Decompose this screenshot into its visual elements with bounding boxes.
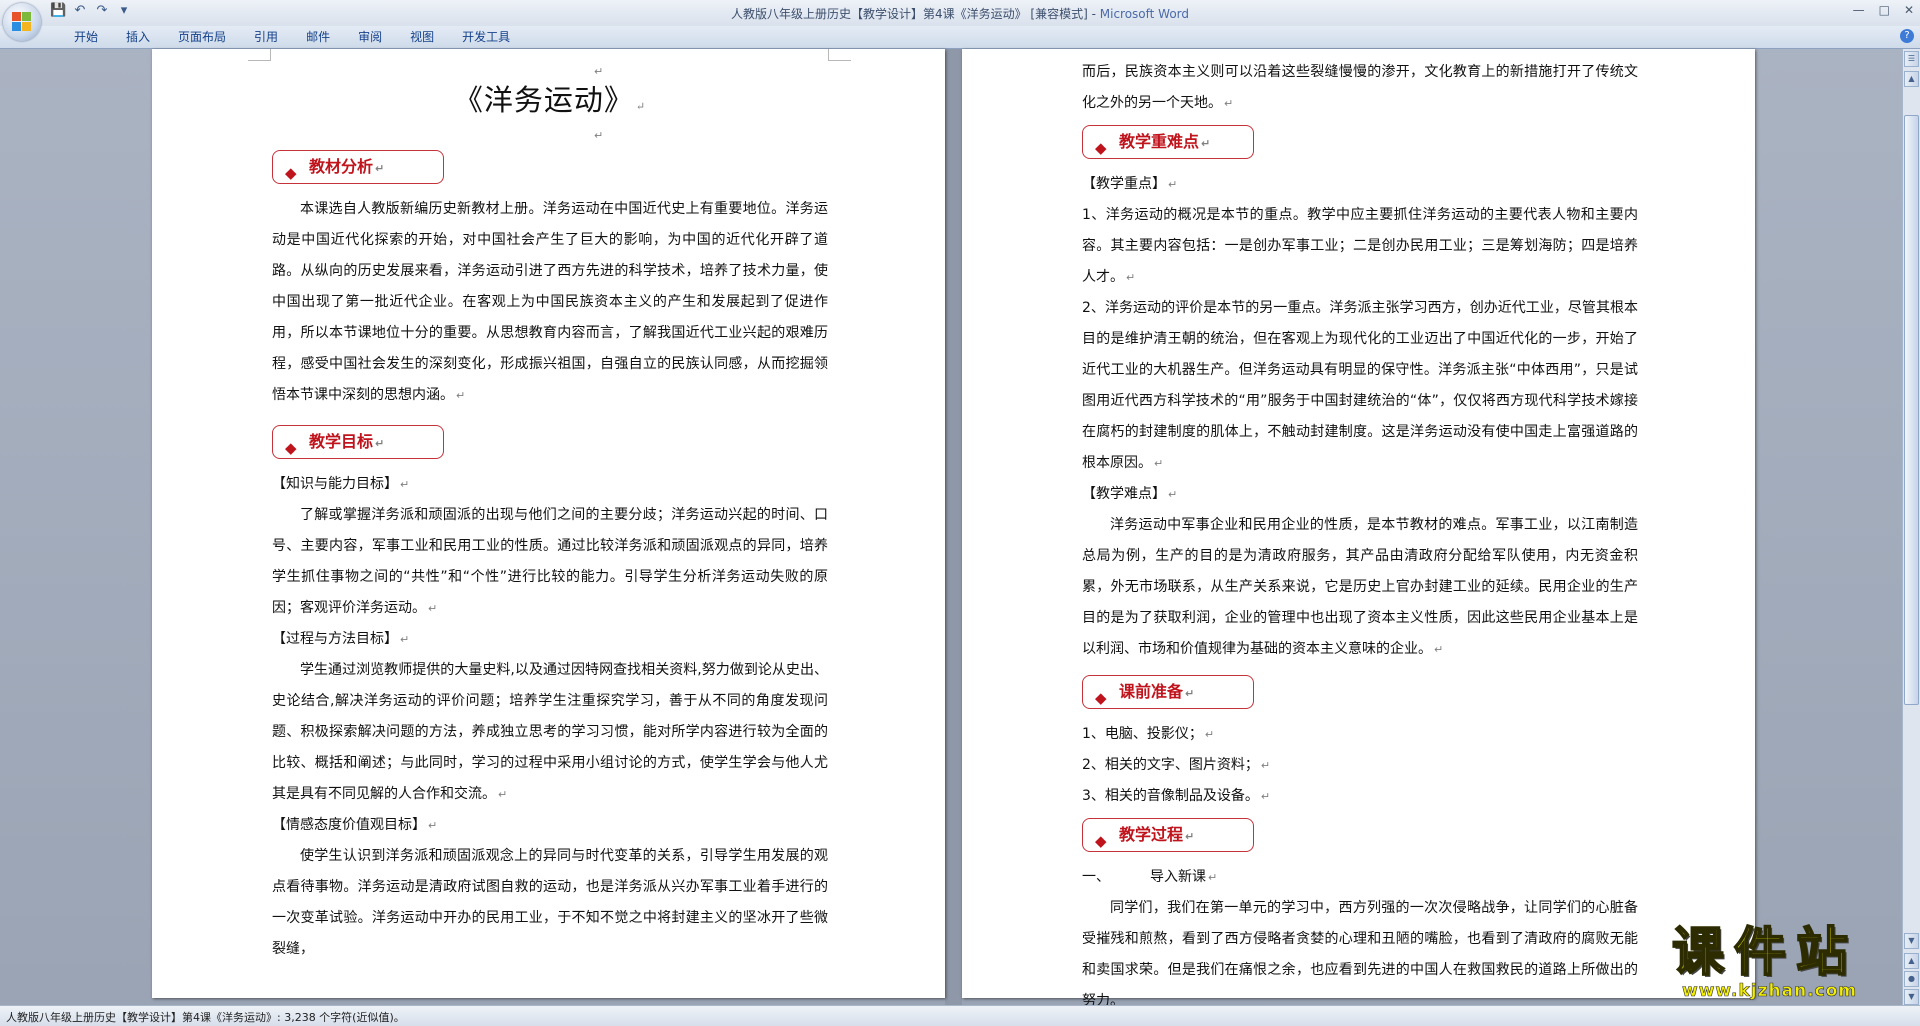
list-item[interactable]: 2、相关的文字、图片资料； ↵	[1082, 750, 1638, 781]
page-right: 而后，民族资本主义则可以沿着这些裂缝慢慢的渗开，文化教育上的新措施打开了传统文化…	[962, 49, 1755, 1009]
section-heading-text: 教材分析	[309, 157, 374, 176]
paragraph-text: 本课选自人教版新编历史新教材上册。洋务运动在中国近代史上有重要地位。洋务运动是中…	[272, 201, 828, 403]
tab-developer[interactable]: 开发工具	[448, 29, 524, 45]
section-heading-box[interactable]: ◆ 教学目标 ↵	[272, 425, 444, 459]
office-logo-icon	[12, 12, 32, 32]
list-item[interactable]: 1、电脑、投影仪； ↵	[1082, 719, 1638, 750]
diamond-icon: ◆	[1095, 689, 1107, 707]
ribbon: 开始 插入 页面布局 引用 邮件 审阅 视图 开发工具 ?	[0, 26, 1920, 49]
watermark-logo: 课件站 www.kjzhan.com	[1671, 923, 1908, 1005]
paragraph[interactable]: 同学们，我们在第一单元的学习中，西方列强的一次次侵略战争，让同学们的心脏备受摧残…	[1082, 893, 1638, 1017]
diamond-icon: ◆	[285, 164, 297, 182]
tab-review[interactable]: 审阅	[344, 29, 396, 45]
section-heading-box[interactable]: ◆ 教学重难点 ↵	[1082, 125, 1254, 159]
section-heading-box[interactable]: ◆ 课前准备 ↵	[1082, 675, 1254, 709]
subheading[interactable]: 【知识与能力目标】 ↵	[272, 469, 828, 500]
diamond-icon: ◆	[285, 439, 297, 457]
app-name: Microsoft Word	[1099, 7, 1190, 21]
vertical-scrollbar[interactable]: ☰ ▲ ▼ ▲ ● ▼	[1902, 49, 1920, 1005]
paragraph[interactable]: 2、洋务运动的评价是本节的另一重点。洋务派主张学习西方，创办近代工业，尽管其根本…	[1082, 293, 1638, 479]
tab-home[interactable]: 开始	[60, 29, 112, 45]
list-item-text: 2、相关的文字、图片资料；	[1082, 757, 1259, 773]
paragraph[interactable]: 了解或掌握洋务派和顽固派的出现与他们之间的主要分歧；洋务运动兴起的时间、口号、主…	[272, 500, 828, 624]
list-item[interactable]: 3、相关的音像制品及设备。 ↵	[1082, 781, 1638, 812]
subheading-text: 【教学难点】	[1082, 486, 1166, 502]
step-number: 一、	[1082, 869, 1110, 885]
paragraph[interactable]: 本课选自人教版新编历史新教材上册。洋务运动在中国近代史上有重要地位。洋务运动是中…	[272, 194, 828, 411]
section-heading: 教学过程 ↵	[1119, 825, 1195, 844]
step-heading[interactable]: 一、 导入新课 ↵	[1082, 862, 1638, 893]
watermark-text: 课件站	[1671, 923, 1859, 983]
section-heading-text: 课前准备	[1119, 682, 1184, 701]
paragraph[interactable]: 1、洋务运动的概况是本节的重点。教学中应主要抓住洋务运动的主要代表人物和主要内容…	[1082, 200, 1638, 293]
diamond-icon: ◆	[1095, 832, 1107, 850]
paragraph-text: 学生通过浏览教师提供的大量史料,以及通过因特网查找相关资料,努力做到论从史出、史…	[272, 662, 828, 802]
crop-mark	[248, 49, 271, 61]
tab-references[interactable]: 引用	[240, 29, 292, 45]
section-heading: 课前准备 ↵	[1119, 682, 1195, 701]
section-heading-text: 教学重难点	[1119, 132, 1200, 151]
paragraph[interactable]: 学生通过浏览教师提供的大量史料,以及通过因特网查找相关资料,努力做到论从史出、史…	[272, 655, 828, 810]
tab-view[interactable]: 视图	[396, 29, 448, 45]
scroll-up-icon[interactable]: ▲	[1904, 71, 1919, 87]
watermark-url: www.kjzhan.com	[1682, 981, 1858, 1002]
paragraph-text: 使学生认识到洋务派和顽固派观念上的异同与时代变革的关系，引导学生用发展的观点看待…	[272, 848, 828, 957]
subheading-text: 【教学重点】	[1082, 176, 1166, 192]
step-label: 导入新课	[1150, 869, 1206, 885]
section-heading: 教材分析 ↵	[309, 157, 385, 176]
ribbon-tabs: 开始 插入 页面布局 引用 邮件 审阅 视图 开发工具	[60, 29, 524, 45]
page-right-content: 而后，民族资本主义则可以沿着这些裂缝慢慢的渗开，文化教育上的新措施打开了传统文化…	[1082, 57, 1638, 1017]
document-title-heading[interactable]: 《洋务运动》 ↵	[272, 80, 828, 127]
page-gutter	[945, 49, 962, 1005]
page-left: ↵ 《洋务运动》 ↵ ↵ ◆ 教材分析 ↵ 本课选自人教版新编历史新教材上册。洋务运…	[152, 49, 945, 998]
status-text: 人教版八年级上册历史【教学设计】第4课《洋务运动》: 3,238 个字符(近似值…	[6, 1011, 405, 1024]
window-controls: — □ ✕	[1853, 3, 1914, 17]
empty-paragraph: ↵	[594, 129, 604, 142]
page-left-content: ↵ 《洋务运动》 ↵ ↵ ◆ 教材分析 ↵ 本课选自人教版新编历史新教材上册。洋务运…	[272, 63, 828, 965]
subheading[interactable]: 【教学难点】 ↵	[1082, 479, 1638, 510]
window-title: 人教版八年级上册历史【教学设计】第4课《洋务运动》 [兼容模式] - Micro…	[0, 5, 1920, 22]
paragraph-text: 了解或掌握洋务派和顽固派的出现与他们之间的主要分歧；洋务运动兴起的时间、口号、主…	[272, 507, 828, 616]
section-heading-text: 教学过程	[1119, 825, 1184, 844]
subheading[interactable]: 【过程与方法目标】 ↵	[272, 624, 828, 655]
section-heading: 教学目标 ↵	[309, 432, 385, 451]
ruler-toggle-icon[interactable]: ☰	[1904, 51, 1919, 67]
crop-mark	[828, 49, 851, 61]
diamond-icon: ◆	[1095, 139, 1107, 157]
section-heading-text: 教学目标	[309, 432, 374, 451]
paragraph[interactable]: 使学生认识到洋务派和顽固派观念上的异同与时代变革的关系，引导学生用发展的观点看待…	[272, 841, 828, 965]
section-heading-box[interactable]: ◆ 教材分析 ↵	[272, 150, 444, 184]
list-item-text: 3、相关的音像制品及设备。	[1082, 788, 1259, 804]
paragraph-text: 而后，民族资本主义则可以沿着这些裂缝慢慢的渗开，文化教育上的新措施打开了传统文化…	[1082, 64, 1638, 111]
close-icon[interactable]: ✕	[1904, 3, 1914, 17]
office-button[interactable]	[3, 3, 41, 41]
paragraph-text: 同学们，我们在第一单元的学习中，西方列强的一次次侵略战争，让同学们的心脏备受摧残…	[1082, 900, 1638, 1009]
maximize-icon[interactable]: □	[1879, 3, 1890, 17]
tab-mailings[interactable]: 邮件	[292, 29, 344, 45]
empty-paragraph: ↵	[594, 65, 604, 78]
list-item-text: 1、电脑、投影仪；	[1082, 726, 1203, 742]
tab-insert[interactable]: 插入	[112, 29, 164, 45]
scroll-thumb[interactable]	[1904, 115, 1919, 705]
document-title: 人教版八年级上册历史【教学设计】第4课《洋务运动》 [兼容模式] -	[730, 7, 1100, 21]
section-heading: 教学重难点 ↵	[1119, 132, 1211, 151]
paragraph-text: 2、洋务运动的评价是本节的另一重点。洋务派主张学习西方，创办近代工业，尽管其根本…	[1082, 300, 1638, 471]
tab-page-layout[interactable]: 页面布局	[164, 29, 240, 45]
subheading-text: 【过程与方法目标】	[272, 631, 398, 647]
title-bar: 💾 ↶ ↷ ▾ 人教版八年级上册历史【教学设计】第4课《洋务运动》 [兼容模式]…	[0, 0, 1920, 26]
section-heading-box[interactable]: ◆ 教学过程 ↵	[1082, 818, 1254, 852]
subheading-text: 【情感态度价值观目标】	[272, 817, 426, 833]
title-text: 《洋务运动》	[453, 83, 634, 117]
subheading[interactable]: 【教学重点】 ↵	[1082, 169, 1638, 200]
subheading-text: 【知识与能力目标】	[272, 476, 398, 492]
paragraph-text: 1、洋务运动的概况是本节的重点。教学中应主要抓住洋务运动的主要代表人物和主要内容…	[1082, 207, 1638, 285]
paragraph[interactable]: 洋务运动中军事企业和民用企业的性质，是本节教材的难点。军事工业，以江南制造总局为…	[1082, 510, 1638, 665]
minimize-icon[interactable]: —	[1853, 3, 1865, 17]
subheading[interactable]: 【情感态度价值观目标】 ↵	[272, 810, 828, 841]
status-bar: 人教版八年级上册历史【教学设计】第4课《洋务运动》: 3,238 个字符(近似值…	[0, 1005, 1920, 1026]
help-icon[interactable]: ?	[1900, 29, 1914, 43]
paragraph[interactable]: 而后，民族资本主义则可以沿着这些裂缝慢慢的渗开，文化教育上的新措施打开了传统文化…	[1082, 57, 1638, 119]
paragraph-text: 洋务运动中军事企业和民用企业的性质，是本节教材的难点。军事工业，以江南制造总局为…	[1082, 517, 1638, 657]
